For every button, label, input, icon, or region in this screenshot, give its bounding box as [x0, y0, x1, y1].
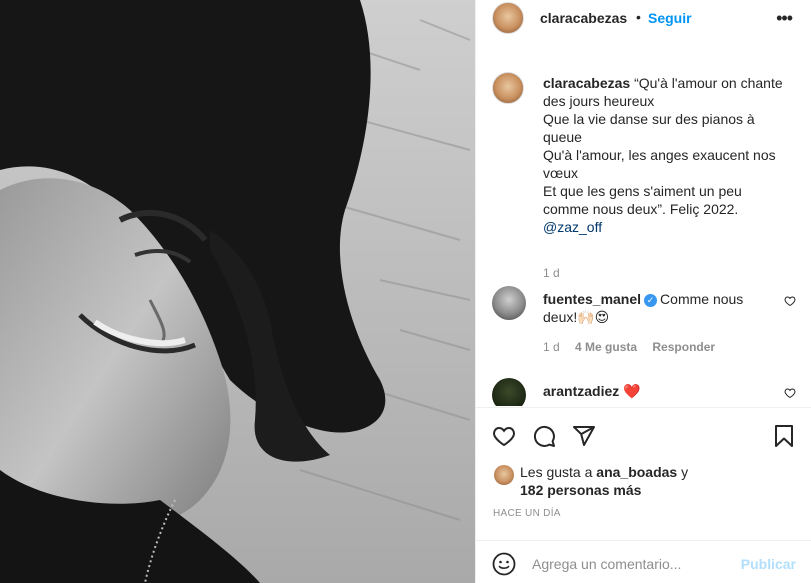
caption-line: des jours heureux [543, 93, 655, 109]
caption-line: vœux [543, 165, 578, 181]
emoji-icon[interactable] [492, 552, 518, 578]
comment-text: ❤️ [623, 383, 641, 399]
heart-icon[interactable] [492, 424, 516, 448]
bookmark-icon[interactable] [772, 424, 796, 448]
post-side-panel: claracabezas • Seguir ••• claracabezas “… [475, 0, 811, 583]
author-username[interactable]: claracabezas [540, 10, 627, 26]
caption-line: queue [543, 129, 582, 145]
likes-prefix: Les gusta a [520, 464, 597, 480]
caption-author-username[interactable]: claracabezas [543, 75, 630, 91]
comment-like-heart-icon[interactable] [784, 387, 796, 402]
commenter-avatar[interactable] [492, 378, 526, 406]
add-comment-bar: Publicar [476, 540, 811, 583]
comment-body: fuentes_manel ✓ Comme nous deux!🙌🏻😍 [543, 290, 778, 326]
liker-avatar[interactable] [494, 465, 514, 485]
caption-author-avatar[interactable] [492, 72, 524, 104]
verified-badge-icon: ✓ [644, 294, 658, 307]
comment-time[interactable]: 1 d [543, 340, 560, 354]
likes-others-link[interactable]: 182 personas más [520, 482, 641, 498]
more-options-icon[interactable]: ••• [776, 8, 793, 29]
commenter-avatar[interactable] [492, 286, 526, 320]
comment-like-heart-icon[interactable] [784, 295, 796, 310]
liker-username[interactable]: ana_boadas [596, 464, 677, 480]
comment-icon[interactable] [532, 424, 556, 448]
caption-line: Que la vie danse sur des pianos à [543, 111, 755, 127]
follow-button[interactable]: Seguir [648, 10, 692, 26]
likes-middle: y [677, 464, 689, 480]
likes-text: Les gusta a ana_boadas y 182 personas má… [520, 463, 790, 499]
post-photo[interactable] [0, 0, 475, 583]
comment-likes-count[interactable]: 4 Me gusta [575, 340, 637, 354]
comment-body: arantzadiez ❤️ [543, 382, 778, 400]
comment-meta: 1 d 4 Me gusta Responder [543, 340, 727, 354]
caption-line: Et que les gens s'aiment un peu [543, 183, 742, 199]
comments-section[interactable]: claracabezas “Qu'à l'amour on chante des… [476, 56, 811, 406]
post-photo-image [0, 0, 475, 583]
publish-button[interactable]: Publicar [741, 556, 796, 572]
caption-line: “Qu'à l'amour on chante [634, 75, 783, 91]
caption-line: comme nous deux”. Feliç 2022. [543, 201, 739, 217]
post-timestamp[interactable]: HACE UN DÍA [493, 508, 561, 519]
action-bar [476, 407, 811, 463]
post-header: claracabezas • Seguir ••• [476, 0, 811, 37]
caption-time[interactable]: 1 d [543, 266, 560, 280]
author-avatar[interactable] [492, 2, 524, 34]
commenter-username[interactable]: fuentes_manel [543, 291, 641, 307]
commenter-username[interactable]: arantzadiez [543, 383, 619, 399]
caption-line: Qu'à l'amour, les anges exaucent nos [543, 147, 776, 163]
reply-button[interactable]: Responder [652, 340, 715, 354]
comment-input[interactable] [532, 552, 732, 576]
comment-emoji: 🙌🏻😍 [577, 309, 610, 325]
share-icon[interactable] [572, 424, 596, 448]
caption-mention-link[interactable]: @zaz_off [543, 218, 798, 236]
separator-dot: • [636, 9, 641, 25]
caption-text: claracabezas “Qu'à l'amour on chante des… [543, 74, 798, 236]
